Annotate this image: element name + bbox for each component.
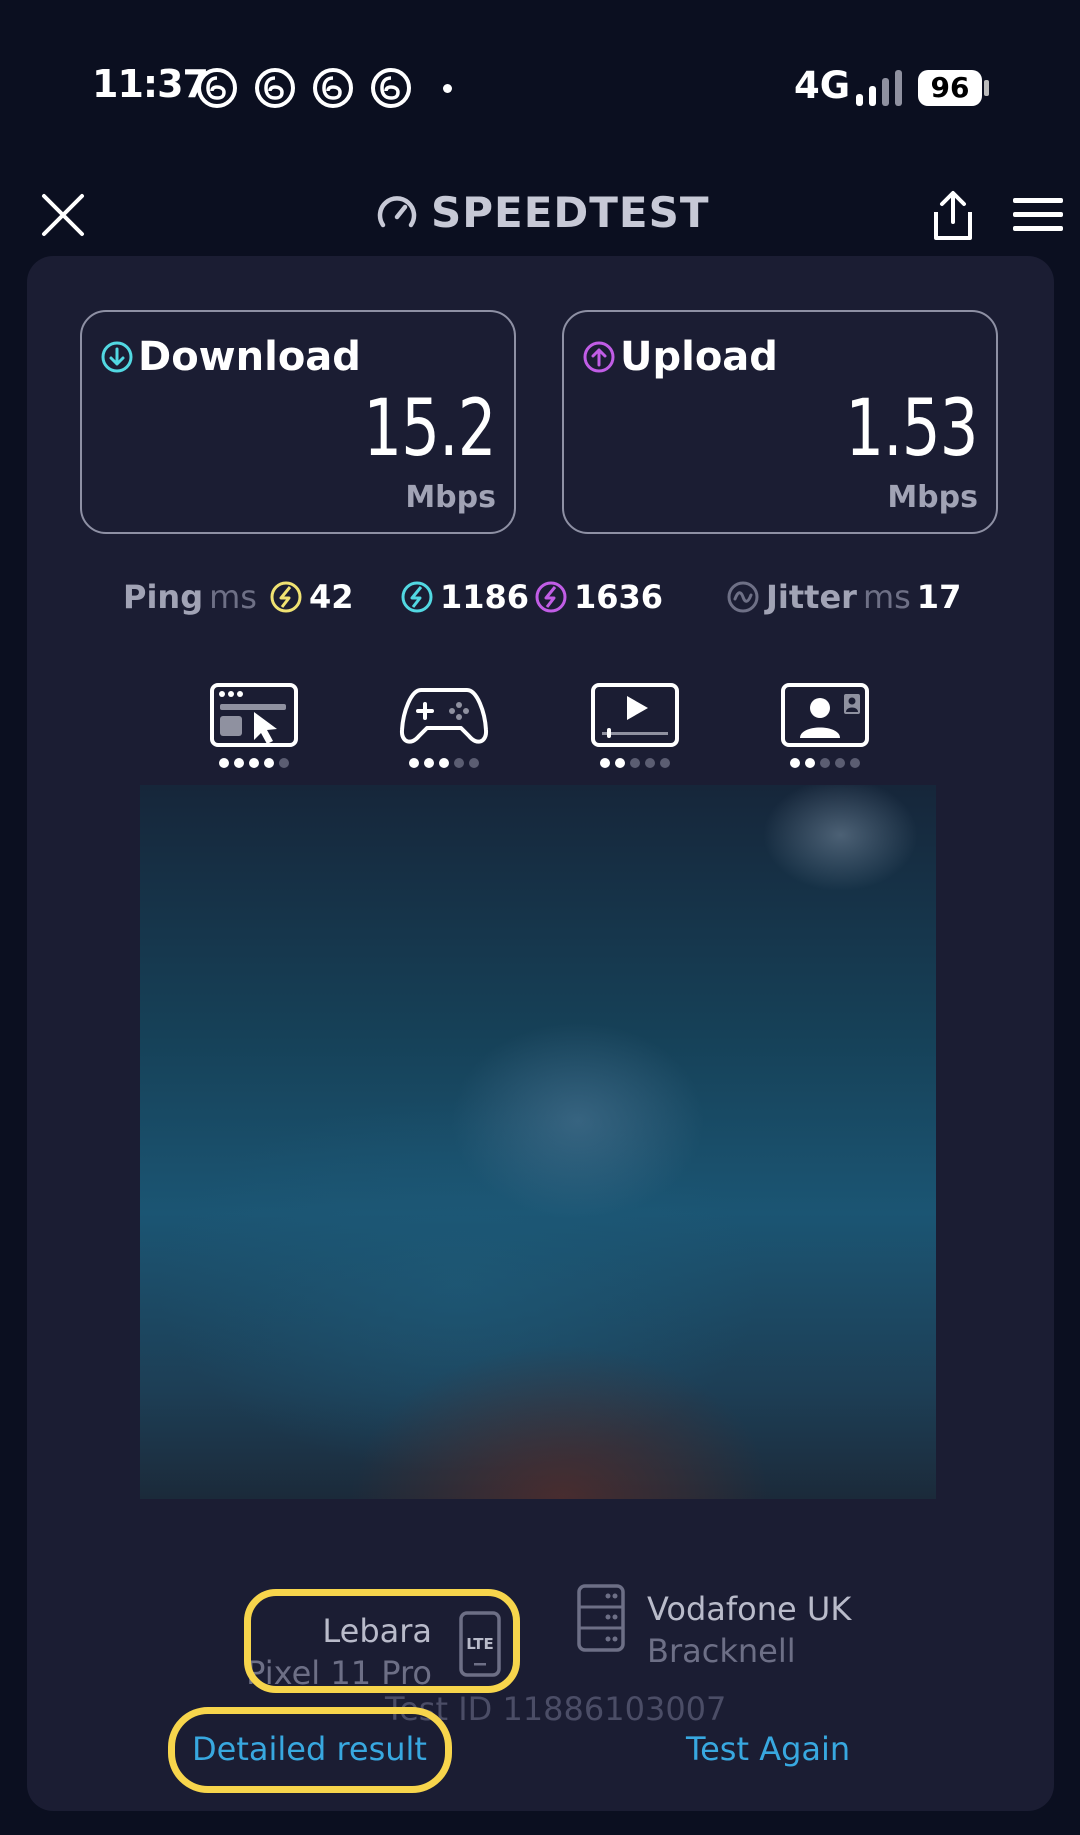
test-again-button[interactable]: Test Again bbox=[686, 1730, 850, 1768]
video-streaming-icon bbox=[591, 683, 679, 747]
jitter-value: 17 bbox=[916, 578, 962, 616]
web-browsing-icon bbox=[210, 683, 298, 747]
download-arrow-icon bbox=[101, 341, 133, 373]
download-value: 15.2 bbox=[363, 384, 497, 474]
battery-icon: 96 bbox=[918, 70, 982, 106]
upload-ping-icon bbox=[535, 581, 567, 613]
video-call-icon bbox=[781, 683, 869, 747]
threads-icon bbox=[197, 68, 237, 108]
gaming-rating[interactable] bbox=[399, 682, 489, 768]
speedometer-icon bbox=[377, 195, 417, 227]
ad-banner[interactable] bbox=[140, 785, 936, 1499]
ping-label: Ping bbox=[123, 578, 204, 616]
rating-dots bbox=[399, 758, 489, 768]
gaming-icon bbox=[399, 688, 489, 744]
web-browsing-rating[interactable] bbox=[209, 682, 299, 768]
download-result: Download 15.2 Mbps bbox=[80, 310, 516, 534]
notification-icons bbox=[195, 66, 413, 110]
rating-dots bbox=[590, 758, 680, 768]
network-type: 4G bbox=[794, 64, 851, 107]
upload-result: Upload 1.53 Mbps bbox=[562, 310, 998, 534]
latency-row: Ping ms 42 1186 1636 Jitter ms 17 bbox=[0, 578, 1080, 622]
jitter-icon bbox=[727, 581, 759, 613]
threads-icon bbox=[255, 68, 295, 108]
ping-unit: ms bbox=[209, 578, 257, 616]
download-ping-icon bbox=[401, 581, 433, 613]
threads-icon bbox=[371, 68, 411, 108]
idle-ping-value: 42 bbox=[308, 578, 354, 616]
idle-ping-icon bbox=[270, 581, 302, 613]
more-notifications-dot bbox=[443, 84, 452, 93]
server-icon bbox=[577, 1584, 625, 1652]
highlight-provider bbox=[244, 1589, 520, 1693]
rating-dots bbox=[780, 758, 870, 768]
upload-unit: Mbps bbox=[887, 480, 978, 515]
app-bar: SPEEDTEST bbox=[0, 170, 1080, 260]
status-bar: 11:37 4G 96 bbox=[0, 0, 1080, 170]
menu-icon[interactable] bbox=[1013, 196, 1063, 234]
server-location: Bracknell bbox=[647, 1632, 796, 1670]
upload-ping-value: 1636 bbox=[574, 578, 664, 616]
share-icon[interactable] bbox=[930, 190, 976, 242]
upload-label: Upload bbox=[620, 334, 778, 380]
upload-value: 1.53 bbox=[845, 384, 979, 474]
speedtest-logo: SPEEDTEST bbox=[375, 188, 710, 237]
jitter-label: Jitter bbox=[766, 578, 857, 616]
highlight-detailed-result bbox=[168, 1707, 452, 1793]
download-ping-value: 1186 bbox=[440, 578, 530, 616]
server-name: Vodafone UK bbox=[647, 1590, 852, 1628]
signal-strength-icon bbox=[856, 70, 902, 106]
app-title: SPEEDTEST bbox=[431, 188, 710, 237]
status-time: 11:37 bbox=[92, 62, 209, 106]
battery-cap bbox=[984, 80, 989, 96]
video-streaming-rating[interactable] bbox=[590, 682, 680, 768]
jitter-unit: ms bbox=[862, 578, 911, 616]
video-call-rating[interactable] bbox=[780, 682, 870, 768]
download-label: Download bbox=[138, 334, 361, 380]
upload-arrow-icon bbox=[583, 341, 615, 373]
close-icon[interactable] bbox=[40, 192, 86, 238]
rating-dots bbox=[209, 758, 299, 768]
download-unit: Mbps bbox=[405, 480, 496, 515]
threads-icon bbox=[313, 68, 353, 108]
